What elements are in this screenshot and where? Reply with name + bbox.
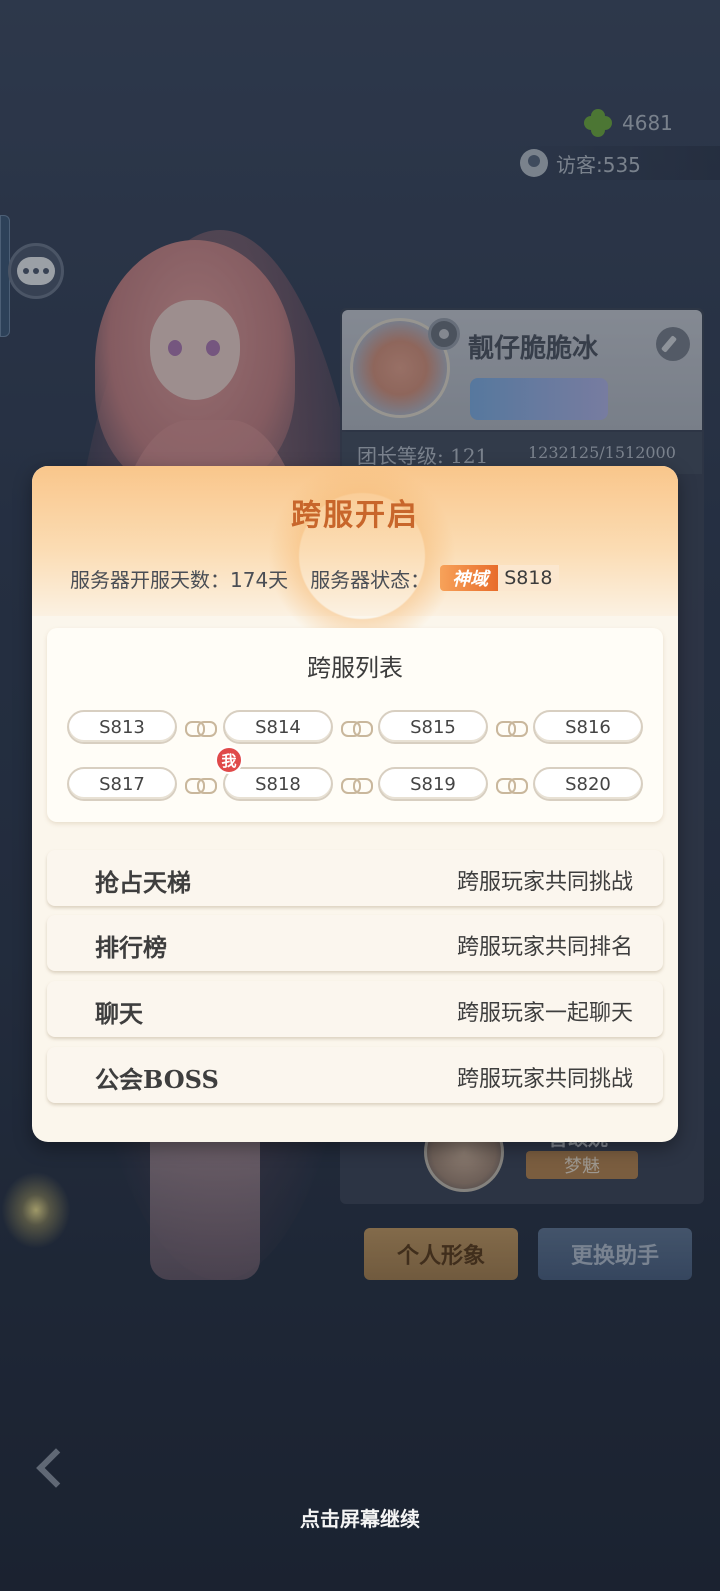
open-days: 服务器开服天数：174天 (70, 567, 289, 592)
server-chip-current[interactable]: S818 (223, 767, 333, 801)
link-icon (496, 721, 528, 737)
server-list-title: 跨服列表 (307, 654, 403, 682)
link-icon (185, 721, 217, 737)
me-badge: 我 (215, 746, 243, 774)
link-icon (185, 778, 217, 794)
server-chip[interactable]: S813 (67, 710, 177, 744)
status-rank: 神域 (440, 565, 499, 591)
cross-server-dialog: 跨服开启 服务器开服天数：174天 服务器状态： 神域 S818 跨服列表 S8… (32, 466, 678, 1142)
tap-to-continue-hint[interactable]: 点击屏幕继续 (0, 1503, 720, 1532)
server-chip[interactable]: S814 (223, 710, 333, 744)
dialog-title: 跨服开启 (291, 498, 419, 533)
feature-row-guild-boss[interactable]: 公会BOSS 跨服玩家共同挑战 (47, 1047, 663, 1103)
link-icon (341, 778, 373, 794)
server-chip[interactable]: S817 (67, 767, 177, 801)
feature-desc: 跨服玩家共同排名 (456, 935, 633, 960)
feature-desc: 跨服玩家共同挑战 (456, 1067, 633, 1092)
server-list-panel: 跨服列表 S813 S814 S815 S816 S817 S818 S819 … (47, 628, 663, 822)
feature-row-ranking[interactable]: 排行榜 跨服玩家共同排名 (47, 915, 663, 971)
feature-name: 排行榜 (95, 933, 167, 962)
feature-name: 公会BOSS (95, 1065, 219, 1094)
server-info: 服务器开服天数：174天 服务器状态： 神域 S818 (70, 562, 559, 594)
link-icon (341, 721, 373, 737)
status-label: 服务器状态： (310, 567, 431, 592)
server-chip[interactable]: S820 (533, 767, 643, 801)
feature-name: 聊天 (95, 999, 143, 1028)
feature-desc: 跨服玩家一起聊天 (456, 1001, 633, 1026)
feature-row-chat[interactable]: 聊天 跨服玩家一起聊天 (47, 981, 663, 1037)
status-server: S818 (498, 565, 559, 591)
status-badge: 神域 S818 (440, 565, 559, 591)
feature-desc: 跨服玩家共同挑战 (456, 870, 633, 895)
feature-row-ladder[interactable]: 抢占天梯 跨服玩家共同挑战 (47, 850, 663, 906)
feature-name: 抢占天梯 (95, 868, 191, 897)
server-chip[interactable]: S816 (533, 710, 643, 744)
server-chip[interactable]: S819 (378, 767, 488, 801)
link-icon (496, 778, 528, 794)
server-chip[interactable]: S815 (378, 710, 488, 744)
